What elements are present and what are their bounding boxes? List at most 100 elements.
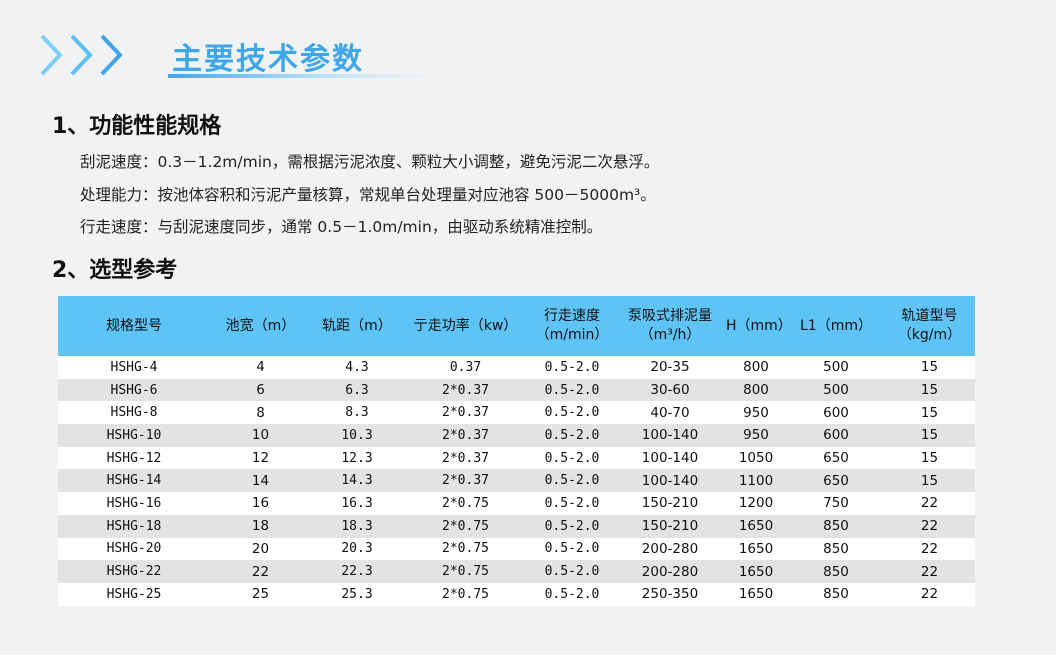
table-cell-col-model: HSHG-6	[110, 382, 158, 398]
table-cell-col-pump-flow: 100-140	[641, 427, 699, 444]
table-cell-col-pool-width: 18	[251, 518, 270, 535]
table-cell-col-pump-flow: 100-140	[641, 450, 699, 467]
table-header-col-pool-width: 池宽（m）	[210, 296, 311, 356]
header-label: 亍走功率（kw）	[413, 317, 518, 334]
table-cell-col-h: 1650	[738, 540, 774, 557]
table-cell-col-pump-flow: 250-350	[641, 586, 699, 603]
header-unit: （m/min）	[535, 327, 609, 343]
table-cell-col-rail-type: 15	[920, 427, 939, 444]
table-cell-col-travel-power: 0.37	[449, 359, 482, 375]
triple-chevron-right-icon	[40, 34, 123, 76]
table-row: HSHG-12 12 12.3 2*0.37 0.5-2.0 100-140 1050 650…	[58, 446, 975, 470]
table-cell-col-travel-speed: 0.5-2.0	[544, 473, 600, 489]
table-header-col-model: 规格型号	[58, 296, 210, 356]
table-cell-col-track-gauge: 12.3	[341, 450, 373, 466]
table-header-col-pump-flow: 泵吸式排泥量 （m³/h）	[616, 296, 724, 356]
table-cell-col-pump-flow: 20-35	[650, 359, 690, 376]
table-cell-col-l1: 650	[823, 450, 849, 467]
table-cell-col-pool-width: 22	[251, 563, 270, 580]
table-cell-col-pool-width: 16	[251, 495, 270, 512]
table-cell-col-l1: 750	[823, 495, 849, 512]
table-cell-col-model: HSHG-18	[106, 518, 162, 534]
table-cell-col-pump-flow: 200-280	[641, 540, 699, 557]
table-cell-col-travel-power: 2*0.75	[442, 564, 489, 580]
table-cell-col-pool-width: 12	[251, 450, 270, 467]
header-label: 池宽（m）	[225, 317, 296, 334]
table-cell-col-track-gauge: 8.3	[345, 405, 369, 421]
table-cell-col-travel-speed: 0.5-2.0	[544, 359, 600, 375]
table-cell-col-pool-width: 6	[256, 382, 265, 399]
header-label: 轨距（m）	[322, 317, 392, 334]
header-label: 行走速度	[544, 308, 600, 324]
table-cell-col-h: 950	[743, 404, 769, 421]
table-cell-col-travel-power: 2*0.37	[442, 405, 489, 421]
table-cell-col-l1: 850	[823, 586, 849, 603]
table-cell-col-travel-power: 2*0.75	[442, 495, 489, 511]
header-label: 轨道型号	[901, 308, 958, 324]
table-cell-col-travel-speed: 0.5-2.0	[544, 495, 600, 511]
table-cell-col-travel-speed: 0.5-2.0	[544, 586, 600, 602]
table-cell-col-travel-power: 2*0.37	[442, 427, 489, 443]
table-cell-col-rail-type: 15	[920, 359, 939, 376]
table-cell-col-travel-speed: 0.5-2.0	[544, 450, 600, 466]
table-cell-col-pump-flow: 100-140	[641, 472, 699, 489]
table-cell-col-pump-flow: 30-60	[650, 382, 690, 399]
table-cell-col-pump-flow: 200-280	[641, 563, 699, 580]
selection-table: 规格型号 池宽（m） 轨距（m） 亍走功率（kw） 行走速度 （m/min） 泵吸式排泥量 （…	[58, 296, 975, 606]
spec-line-scraping-speed: 刮泥速度：0.3－1.2m/min，需根据污泥浓度、颗粒大小调整，避免污泥二次悬…	[80, 153, 660, 171]
table-cell-col-model: HSHG-22	[106, 564, 162, 580]
table-cell-col-l1: 500	[823, 382, 849, 399]
table-cell-col-track-gauge: 25.3	[341, 586, 373, 602]
table-cell-col-rail-type: 15	[920, 404, 939, 421]
section-heading-selection: 2、选型参考	[52, 258, 178, 283]
table-cell-col-model: HSHG-8	[110, 405, 158, 421]
table-cell-col-l1: 850	[823, 518, 849, 535]
table-cell-col-model: HSHG-16	[106, 495, 162, 511]
table-header-col-h: H（mm）	[724, 296, 792, 356]
table-body: HSHG-4 4 4.3 0.37 0.5-2.0 20-35 800 500 15 HSHG-6…	[58, 356, 975, 606]
table-cell-col-l1: 600	[823, 404, 849, 421]
table-header-row: 规格型号 池宽（m） 轨距（m） 亍走功率（kw） 行走速度 （m/min） 泵吸式排泥量 （…	[58, 296, 975, 356]
table-cell-col-rail-type: 22	[920, 540, 939, 557]
table-cell-col-travel-speed: 0.5-2.0	[544, 518, 600, 534]
table-cell-col-h: 800	[743, 359, 769, 376]
table-cell-col-travel-speed: 0.5-2.0	[544, 427, 600, 443]
table-cell-col-rail-type: 22	[920, 563, 939, 580]
spec-line-travel-speed: 行走速度：与刮泥速度同步，通常 0.5－1.0m/min，由驱动系统精准控制。	[80, 218, 603, 236]
table-row: HSHG-6 6 6.3 2*0.37 0.5-2.0 30-60 800 500 15	[58, 378, 975, 402]
header-label: 泵吸式排泥量	[628, 308, 712, 324]
page-title: 主要技术参数	[172, 42, 364, 77]
table-cell-col-pool-width: 20	[251, 540, 270, 557]
table-cell-col-track-gauge: 6.3	[345, 382, 369, 398]
table-cell-col-track-gauge: 10.3	[341, 427, 373, 443]
table-cell-col-model: HSHG-25	[106, 586, 162, 602]
table-cell-col-rail-type: 22	[920, 495, 939, 512]
section-heading-specs: 1、功能性能规格	[52, 114, 222, 139]
table-header-col-l1: L1（mm）	[788, 296, 884, 356]
table-cell-col-track-gauge: 14.3	[341, 473, 373, 489]
table-header-col-track-gauge: 轨距（m）	[311, 296, 403, 356]
table-cell-col-l1: 500	[823, 359, 849, 376]
table-row: HSHG-18 18 18.3 2*0.75 0.5-2.0 150-210 1650 850…	[58, 514, 975, 538]
table-cell-col-travel-power: 2*0.37	[442, 382, 489, 398]
table-cell-col-h: 1200	[738, 495, 774, 512]
table-cell-col-l1: 650	[823, 472, 849, 489]
table-row: HSHG-16 16 16.3 2*0.75 0.5-2.0 150-210 1200 750…	[58, 492, 975, 515]
table-cell-col-travel-power: 2*0.75	[442, 518, 489, 534]
table-cell-col-pump-flow: 150-210	[641, 518, 699, 535]
table-cell-col-pump-flow: 150-210	[641, 495, 699, 512]
table-cell-col-travel-speed: 0.5-2.0	[544, 564, 600, 580]
header-label: L1（mm）	[800, 317, 872, 334]
table-header-col-travel-speed: 行走速度 （m/min）	[528, 296, 616, 356]
header-unit: （kg/m）	[897, 327, 962, 343]
table-cell-col-h: 800	[743, 382, 769, 399]
table-cell-col-travel-power: 2*0.75	[442, 586, 489, 602]
table-cell-col-model: HSHG-4	[110, 359, 158, 375]
table-header-col-rail-type: 轨道型号 （kg/m）	[884, 296, 975, 356]
header-label: H（mm）	[726, 317, 792, 334]
table-row: HSHG-25 25 25.3 2*0.75 0.5-2.0 250-350 1650 850…	[58, 582, 975, 606]
table-cell-col-model: HSHG-14	[106, 473, 162, 489]
table-cell-col-rail-type: 15	[920, 450, 939, 467]
table-row: HSHG-20 20 20.3 2*0.75 0.5-2.0 200-280 1650 850…	[58, 537, 975, 561]
table-cell-col-pool-width: 4	[256, 359, 265, 376]
